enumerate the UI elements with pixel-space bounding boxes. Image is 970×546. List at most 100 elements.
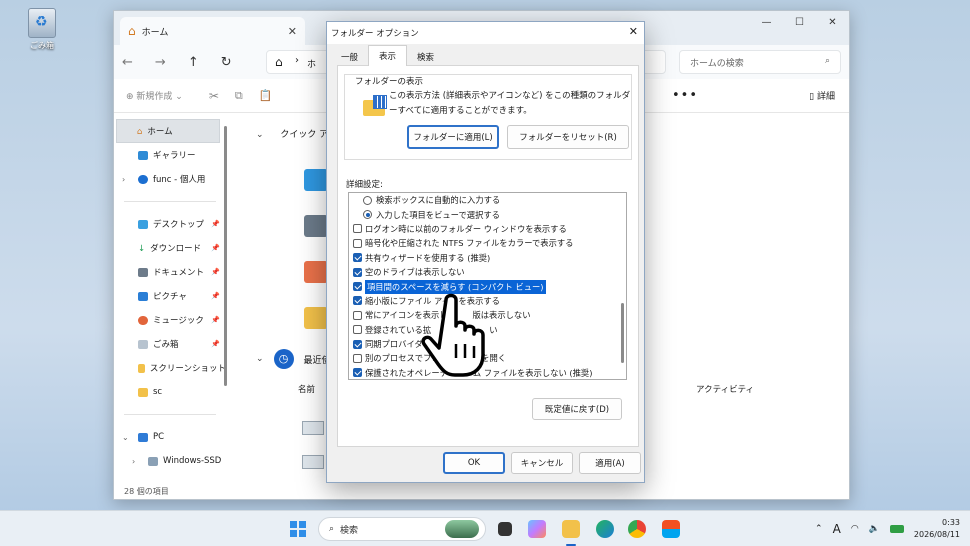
edge-icon[interactable] — [596, 520, 614, 538]
battery-icon[interactable] — [889, 525, 904, 533]
sidebar-item-desktop[interactable]: デスクトップ 📌 — [114, 212, 226, 236]
system-tray: ⌃ A ◠ 🔈 0:33 2026/08/11 — [815, 517, 960, 541]
paste-icon[interactable]: 📋 — [259, 89, 273, 102]
checkbox[interactable] — [353, 325, 362, 335]
radio-button[interactable] — [363, 210, 372, 220]
checkbox[interactable] — [353, 339, 362, 349]
recycle-bin-icon — [138, 339, 148, 349]
radio-button[interactable] — [363, 195, 372, 205]
sidebar-item-recycle-bin[interactable]: ごみ箱 📌 — [114, 332, 226, 356]
sidebar-item-pc[interactable]: ⌄ PC — [114, 425, 226, 449]
close-window-icon[interactable]: ✕ — [816, 11, 849, 33]
desktop-folder-tile[interactable] — [304, 169, 328, 191]
copy-icon[interactable]: ⧉ — [235, 89, 243, 103]
documents-folder-tile[interactable] — [304, 215, 328, 237]
checkbox[interactable] — [353, 267, 362, 277]
cancel-button[interactable]: キャンセル — [511, 452, 573, 474]
sidebar-item-sc[interactable]: sc — [114, 380, 226, 404]
more-options-button[interactable]: ••• — [672, 88, 698, 103]
maximize-icon[interactable]: ☐ — [783, 11, 816, 33]
column-header-activity[interactable]: アクティビティ — [696, 383, 754, 395]
file-explorer-icon[interactable] — [562, 520, 580, 538]
sidebar-item-documents[interactable]: ドキュメント 📌 — [114, 260, 226, 284]
sidebar-item-music[interactable]: ミュージック 📌 — [114, 308, 226, 332]
tab-search[interactable]: 検索 — [407, 47, 444, 66]
sidebar-item-screenshots[interactable]: スクリーンショット — [114, 356, 226, 380]
up-arrow-icon[interactable]: ↑ — [188, 55, 199, 70]
file-thumbnail[interactable] — [302, 455, 324, 469]
music-folder-tile[interactable] — [304, 261, 328, 283]
checkbox[interactable] — [353, 282, 362, 292]
file-thumbnail[interactable] — [302, 421, 324, 435]
sidebar-item-pictures[interactable]: ピクチャ 📌 — [114, 284, 226, 308]
close-tab-icon[interactable]: ✕ — [288, 25, 297, 38]
advanced-setting-item[interactable]: ログオン時に以前のフォルダー ウィンドウを表示する — [349, 222, 626, 236]
forward-arrow-icon[interactable]: → — [155, 55, 166, 70]
sidebar-item-label: ピクチャ — [153, 292, 187, 302]
back-arrow-icon[interactable]: ← — [122, 55, 133, 70]
start-icon[interactable] — [290, 521, 306, 537]
checkbox[interactable] — [353, 253, 362, 263]
store-icon[interactable] — [662, 520, 680, 538]
taskbar-search-box[interactable]: ⌕ 検索 — [318, 517, 486, 541]
copilot-icon[interactable] — [528, 520, 546, 538]
chrome-icon[interactable] — [628, 520, 646, 538]
column-header-name[interactable]: 名前 — [298, 383, 315, 395]
advanced-setting-item[interactable]: 暗号化や圧縮された NTFS ファイルをカラーで表示する — [349, 236, 626, 250]
reset-folders-button[interactable]: フォルダーをリセット(R) — [507, 125, 629, 149]
sidebar-item-gallery[interactable]: ギャラリー — [114, 143, 226, 167]
volume-icon[interactable]: 🔈 — [869, 524, 880, 534]
advanced-settings-scrollbar[interactable] — [621, 303, 624, 363]
new-button[interactable]: ⊕ 新規作成 ⌄ — [126, 89, 183, 102]
chevron-up-icon[interactable]: ⌃ — [815, 524, 823, 534]
pictures-icon — [138, 291, 148, 301]
checkbox[interactable] — [353, 310, 362, 320]
checkbox[interactable] — [353, 353, 362, 363]
chevron-right-icon[interactable]: › — [132, 457, 135, 466]
sidebar-scrollbar[interactable] — [224, 126, 227, 386]
chevron-right-icon[interactable]: › — [122, 175, 125, 184]
sidebar-item-onedrive[interactable]: › func - 個人用 — [114, 167, 226, 191]
clock[interactable]: 0:33 2026/08/11 — [914, 517, 960, 541]
recent-header[interactable]: ⌄ ◷ 最近使 — [256, 349, 331, 369]
ok-button[interactable]: OK — [443, 452, 505, 474]
wifi-icon[interactable]: ◠ — [851, 524, 859, 534]
checkbox[interactable] — [353, 368, 362, 378]
sidebar-item-home[interactable]: ⌂ ホーム — [116, 119, 220, 143]
refresh-icon[interactable]: ↻ — [221, 55, 232, 70]
advanced-setting-item[interactable]: 共有ウィザードを使用する (推奨) — [349, 251, 626, 265]
tab-general[interactable]: 一般 — [331, 47, 368, 66]
explorer-tab-home[interactable]: ⌂ ホーム ✕ — [120, 17, 305, 45]
search-icon: ⌕ — [329, 524, 335, 534]
advanced-setting-item[interactable]: 検索ボックスに自動的に入力する — [349, 193, 626, 207]
apply-to-folders-button[interactable]: フォルダーに適用(L) — [407, 125, 499, 149]
apply-button[interactable]: 適用(A) — [579, 452, 641, 474]
folder-tile[interactable] — [304, 307, 328, 329]
ime-indicator[interactable]: A — [833, 522, 841, 536]
tab-view[interactable]: 表示 — [368, 45, 408, 66]
address-crumb[interactable]: ホ — [307, 57, 316, 70]
minimize-icon[interactable]: — — [750, 11, 783, 33]
recycle-bin-desktop-icon[interactable]: ごみ箱 — [22, 8, 62, 51]
cut-icon[interactable]: ✂ — [209, 89, 219, 103]
task-view-icon[interactable] — [498, 522, 512, 536]
folder-options-dialog: フォルダー オプション ✕ 一般 表示 検索 フォルダーの表示 この表示方法 (… — [326, 21, 645, 483]
status-bar-count: 28 個の項目 — [124, 487, 169, 496]
chevron-down-icon[interactable]: ⌄ — [122, 433, 129, 442]
recycle-bin-icon — [28, 8, 56, 38]
sidebar-item-windows-ssd[interactable]: › Windows-SSD — [114, 449, 226, 473]
details-pane-button[interactable]: ▯ 詳細 — [809, 89, 835, 102]
advanced-setting-item[interactable]: 空のドライブは表示しない — [349, 265, 626, 279]
sidebar-item-label: func - 個人用 — [153, 175, 206, 185]
advanced-setting-label: 空のドライブは表示しない — [365, 267, 465, 278]
checkbox[interactable] — [353, 238, 362, 248]
close-dialog-icon[interactable]: ✕ — [629, 25, 638, 38]
advanced-setting-item[interactable]: 入力した項目をビューで選択する — [349, 207, 626, 221]
quick-access-header[interactable]: ⌄ クイック アク — [256, 127, 337, 140]
explorer-search-input[interactable]: ホームの検索 ⌕ — [679, 50, 841, 74]
cloud-icon — [138, 174, 148, 184]
restore-defaults-button[interactable]: 既定値に戻す(D) — [532, 398, 622, 420]
sidebar-item-downloads[interactable]: ↓ ダウンロード 📌 — [114, 236, 226, 260]
checkbox[interactable] — [353, 224, 362, 234]
checkbox[interactable] — [353, 296, 362, 306]
